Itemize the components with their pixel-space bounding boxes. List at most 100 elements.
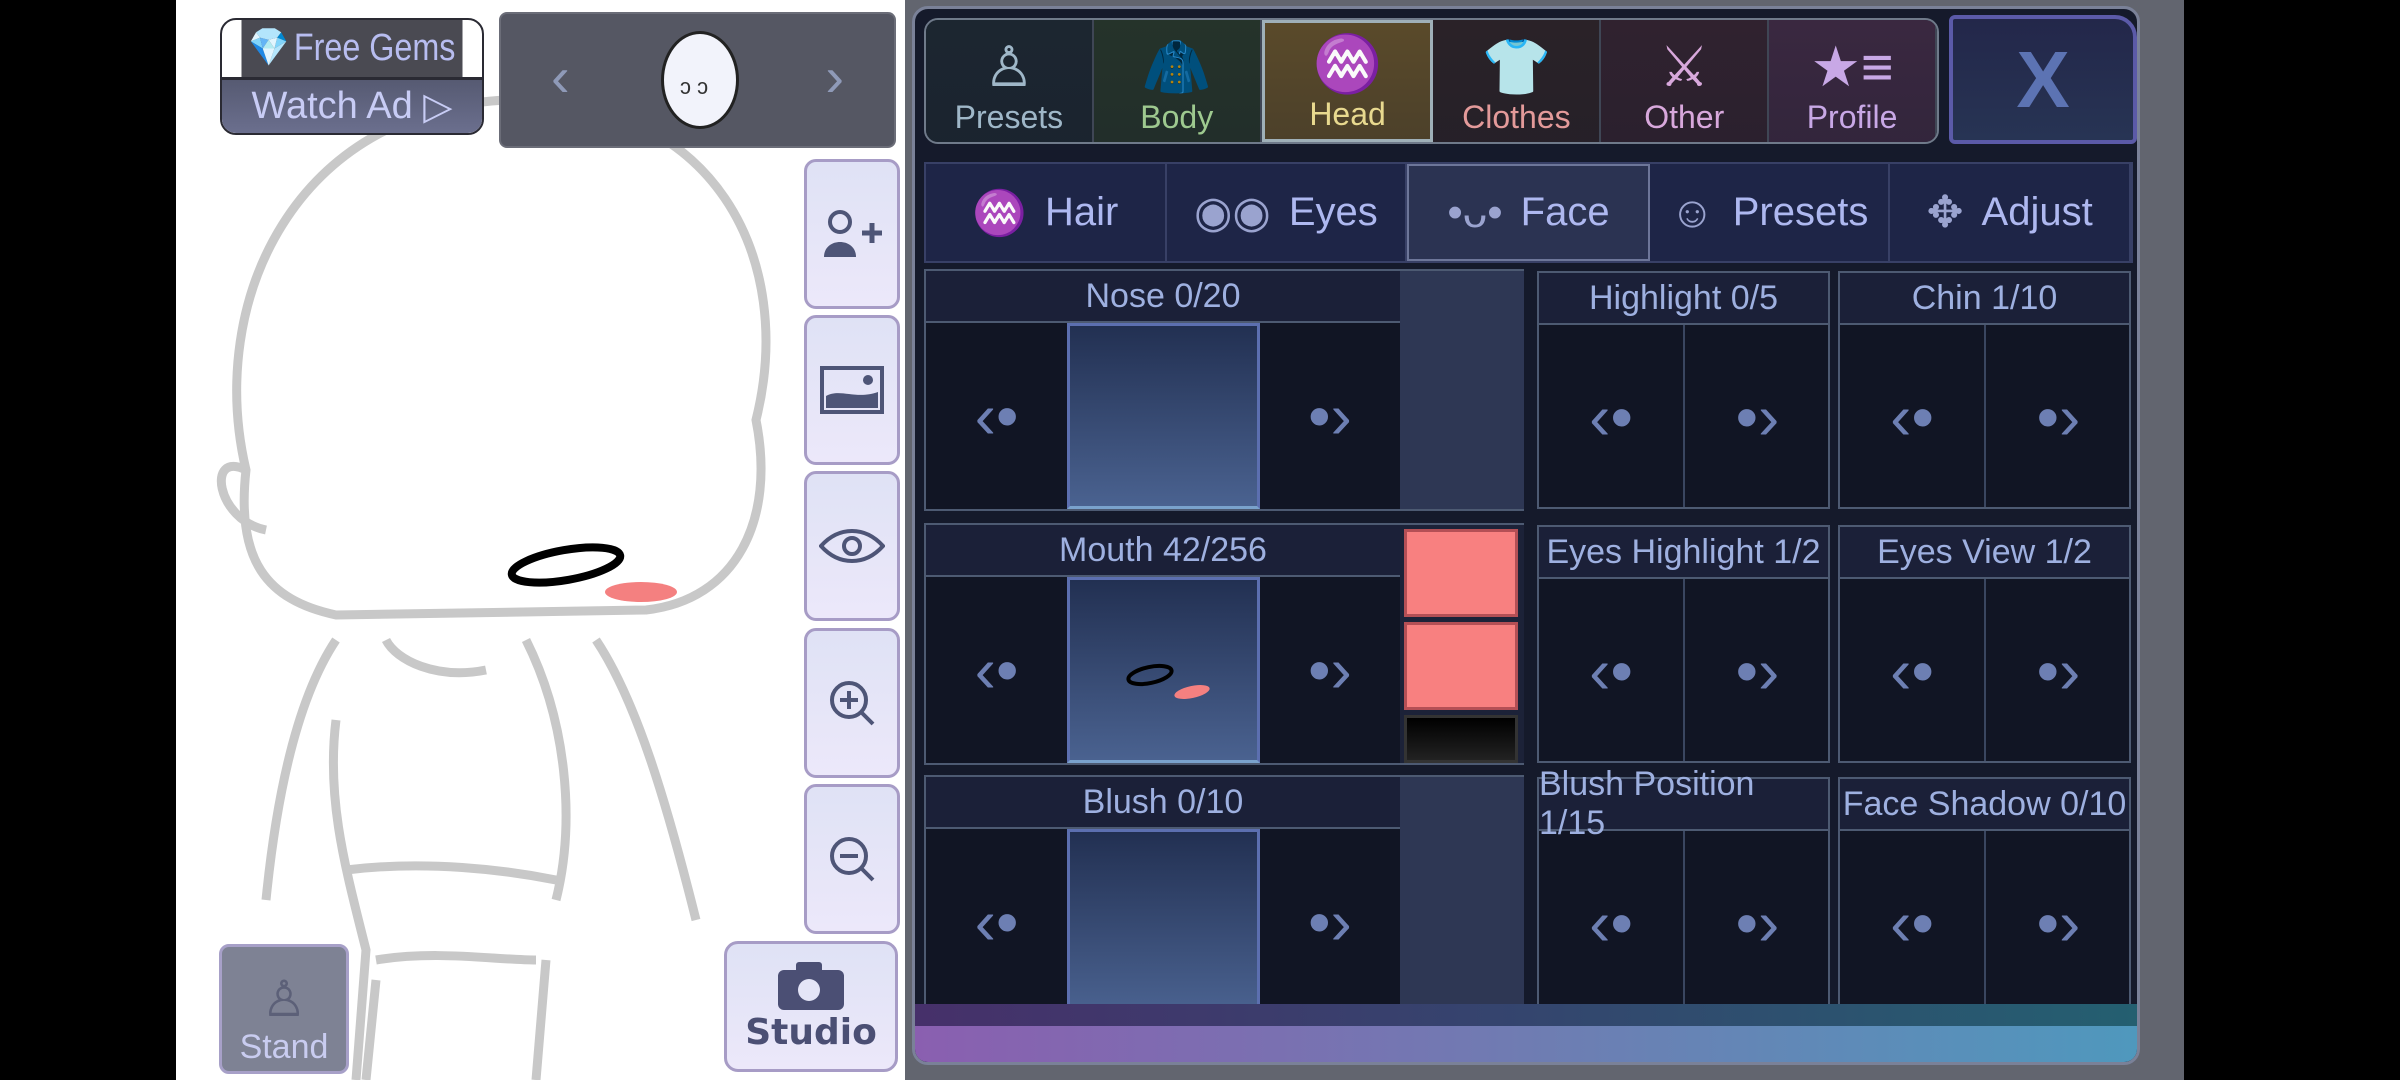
tab-clothes[interactable]: 👕 Clothes — [1433, 20, 1602, 142]
subtab-adjust[interactable]: ✥ Adjust — [1890, 164, 2131, 261]
next-button[interactable]: •› — [1685, 831, 1830, 1015]
chevron-left-icon: ‹• — [1890, 635, 1934, 707]
mouth-option: Mouth 42/256 ‹• •› — [924, 523, 1524, 765]
chevron-right-icon: •› — [1735, 635, 1780, 707]
option-label: Eyes View 1/2 — [1840, 527, 2129, 579]
character-stage[interactable] — [176, 0, 905, 1080]
subtab-face[interactable]: •ᴗ• Face — [1407, 164, 1650, 261]
add-character-button[interactable] — [804, 159, 900, 309]
zoom-out-button[interactable] — [804, 784, 900, 934]
camera-icon — [778, 962, 844, 1010]
previous-button[interactable]: ‹• — [1539, 579, 1683, 763]
star-list-icon: ★≡ — [1810, 35, 1894, 98]
visibility-button[interactable] — [804, 471, 900, 621]
studio-label: Studio — [745, 1012, 877, 1053]
character-preview — [216, 95, 771, 1080]
nose-preview[interactable] — [1067, 323, 1260, 509]
color-swatch[interactable] — [1404, 622, 1518, 710]
previous-button[interactable]: ‹• — [926, 829, 1067, 1015]
tab-label: Body — [1140, 99, 1214, 135]
option-label: Nose 0/20 — [926, 271, 1400, 323]
free-gems-label: Free Gems — [293, 26, 456, 69]
shirt-icon: 👕 — [1481, 35, 1552, 98]
stand-button[interactable]: ♙ Stand — [219, 944, 349, 1074]
chevron-left-icon: ‹• — [1589, 887, 1633, 959]
tab-profile[interactable]: ★≡ Profile — [1769, 20, 1937, 142]
hair-icon: ♒ — [1312, 32, 1383, 95]
color-swatch[interactable] — [1404, 715, 1518, 763]
tab-label: Other — [1644, 99, 1725, 135]
next-button[interactable]: •› — [1986, 831, 2131, 1015]
option-label: Blush 0/10 — [926, 777, 1400, 829]
tab-other[interactable]: ⚔ Other — [1601, 20, 1770, 142]
subtab-label: Face — [1520, 190, 1610, 234]
subtab-hair[interactable]: ♒ Hair — [926, 164, 1167, 261]
eyes-view-option: Eyes View 1/2 ‹• •› — [1838, 525, 2131, 763]
chevron-right-icon: •› — [2036, 887, 2081, 959]
zoom-in-button[interactable] — [804, 628, 900, 778]
face-thumbnail[interactable]: ↄ ↄ — [661, 31, 739, 129]
chevron-left-icon: ‹• — [1589, 381, 1633, 453]
close-button[interactable]: X — [1949, 15, 2137, 144]
chevron-right-icon: •› — [1735, 381, 1780, 453]
next-button[interactable]: •› — [1260, 577, 1400, 763]
chevron-right-icon: •› — [1308, 886, 1352, 958]
character-icon: ♙ — [983, 35, 1035, 98]
tab-presets[interactable]: ♙ Presets — [926, 20, 1094, 142]
chevron-right-icon: •› — [1308, 380, 1352, 452]
subtab-label: Eyes — [1288, 190, 1378, 234]
subtab-presets[interactable]: ☺ Presets — [1650, 164, 1891, 261]
next-button[interactable]: •› — [1260, 323, 1400, 509]
previous-button[interactable]: ‹• — [1840, 579, 1984, 763]
close-icon: X — [2016, 34, 2070, 124]
watch-ad-label: Watch Ad — [251, 84, 413, 127]
background-button[interactable] — [804, 315, 900, 465]
head-subtabs: ♒ Hair ◉◉ Eyes •ᴗ• Face ☺ Presets ✥ Adjust — [924, 162, 2133, 263]
pose-icon: ♙ — [261, 971, 307, 1027]
blush-preview[interactable] — [1067, 829, 1260, 1015]
face-icon: •ᴗ• — [1447, 187, 1503, 237]
option-label: Eyes Highlight 1/2 — [1539, 527, 1828, 579]
color-swatch[interactable] — [1404, 529, 1518, 617]
bottom-bar — [915, 1004, 2137, 1062]
tab-body[interactable]: 🧥 Body — [1093, 20, 1262, 142]
tab-head[interactable]: ♒ Head — [1261, 20, 1434, 142]
zoom-out-icon — [830, 837, 875, 882]
chevron-left-icon: ‹• — [974, 886, 1019, 958]
mouth-thumbnail — [1126, 663, 1210, 699]
chevron-right-icon: •› — [1308, 634, 1352, 706]
chin-option: Chin 1/10 ‹• •› — [1838, 271, 2131, 509]
eyes-icon: ◉◉ — [1194, 188, 1271, 237]
previous-button[interactable]: ‹• — [926, 323, 1067, 509]
previous-button[interactable]: ‹• — [1840, 831, 1984, 1015]
next-button[interactable]: •› — [1986, 325, 2131, 509]
stand-label: Stand — [239, 1028, 329, 1066]
highlight-option: Highlight 0/5 ‹• •› — [1537, 271, 1830, 509]
subtab-eyes[interactable]: ◉◉ Eyes — [1167, 164, 1408, 261]
face-shadow-option: Face Shadow 0/10 ‹• •› — [1838, 777, 2131, 1015]
free-gems-button[interactable]: 💎 Free Gems Watch Ad ▷ — [220, 18, 484, 135]
editor-panel: ♙ Presets 🧥 Body ♒ Head 👕 Clothes ⚔ Other ★≡ Profil… — [912, 6, 2140, 1065]
mouth-preview[interactable] — [1067, 577, 1260, 763]
color-column — [1400, 777, 1524, 1015]
previous-button[interactable]: ‹• — [1539, 831, 1683, 1015]
add-character-icon — [824, 210, 882, 257]
studio-button[interactable]: Studio — [724, 941, 898, 1072]
option-label: Mouth 42/256 — [926, 525, 1400, 577]
body-icon: 🧥 — [1141, 35, 1212, 98]
option-label: Chin 1/10 — [1840, 273, 2129, 325]
previous-button[interactable]: ‹• — [1840, 325, 1984, 509]
subtab-label: Presets — [1732, 190, 1869, 234]
subtab-label: Adjust — [1981, 190, 2093, 234]
next-face-button[interactable]: › — [825, 44, 844, 109]
gem-icon: 💎 — [248, 27, 289, 70]
next-button[interactable]: •› — [1685, 325, 1830, 509]
prev-face-button[interactable]: ‹ — [551, 44, 570, 109]
next-button[interactable]: •› — [1685, 579, 1830, 763]
previous-button[interactable]: ‹• — [926, 577, 1067, 763]
eyes-highlight-option: Eyes Highlight 1/2 ‹• •› — [1537, 525, 1830, 763]
next-button[interactable]: •› — [1986, 579, 2131, 763]
previous-button[interactable]: ‹• — [1539, 325, 1683, 509]
chevron-left-icon: ‹• — [974, 634, 1019, 706]
next-button[interactable]: •› — [1260, 829, 1400, 1015]
